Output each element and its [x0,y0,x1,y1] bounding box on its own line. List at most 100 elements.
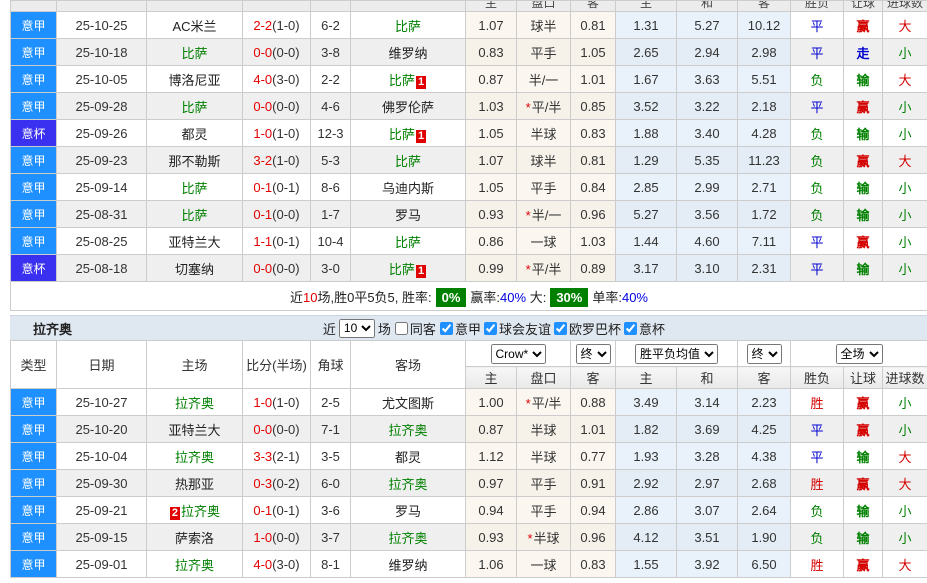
team-name[interactable]: 拉齐奥 [181,504,220,519]
team-name[interactable]: 比萨 [181,46,207,61]
rate-badge: 30% [550,288,588,307]
fulltime-score: 3-3 [253,449,272,464]
euro-avg-select[interactable]: 胜平负均值 [635,344,718,364]
league-checkbox[interactable] [554,322,567,335]
league-badge: 意甲 [11,497,57,524]
record-summary: 近10场,胜0平5负5, 胜率:0%赢率:40% 大:30%单率:40% [11,282,927,311]
team-name[interactable]: 佛罗伦萨 [382,100,434,115]
card-count-badge: 1 [416,130,426,143]
col-header-empty [11,1,57,12]
col-header-empty [243,1,311,12]
team-name[interactable]: 都灵 [395,450,421,465]
team-name[interactable]: 拉齐奥 [388,423,427,438]
match-row: 意甲25-09-212拉齐奥0-1(0-1)3-6罗马0.94平手0.942.8… [11,497,927,524]
crow-home-odds: 0.93 [466,201,517,228]
team-name[interactable]: 维罗纳 [388,558,427,573]
euro-draw-odds: 5.27 [677,12,738,39]
league-checkbox[interactable] [440,322,453,335]
summary-text: 赢率: [470,290,500,305]
away-team: 拉齐奥 [351,416,466,443]
halftime-score: (0-1) [272,503,299,518]
team-name[interactable]: 乌迪内斯 [382,181,434,196]
away-team: 乌迪内斯 [351,174,466,201]
team-name[interactable]: 罗马 [395,208,421,223]
crow-away-odds: 1.01 [571,66,616,93]
team-name[interactable]: 比萨 [389,127,415,142]
handicap-line: *半球 [517,524,571,551]
away-team: 佛罗伦萨 [351,93,466,120]
halftime-score: (0-0) [272,99,299,114]
match-row: 意杯25-09-26都灵1-0(1-0)12-3比萨11.05半球0.831.8… [11,120,927,147]
league-filter: 意甲 [439,319,481,338]
team-name[interactable]: 比萨 [395,235,421,250]
team-name[interactable]: 亚特兰大 [168,235,220,250]
team-name[interactable]: 热那亚 [175,477,214,492]
team-name[interactable]: 拉齐奥 [175,450,214,465]
team-name[interactable]: 拉齐奥 [175,558,214,573]
league-badge: 意甲 [11,12,57,39]
team-name[interactable]: 比萨 [181,100,207,115]
team-name[interactable]: 比萨 [395,154,421,169]
crow-away-odds: 0.89 [571,255,616,282]
team-name[interactable]: 那不勒斯 [168,154,220,169]
away-team: 拉齐奥 [351,470,466,497]
team-name[interactable]: 比萨 [389,73,415,88]
score: 1-0(0-0) [243,524,311,551]
dropdown-cell: Crow* [466,341,571,367]
team-name[interactable]: 维罗纳 [388,46,427,61]
match-row: 意甲25-08-25亚特兰大1-1(0-1)10-4比萨0.86一球1.031.… [11,228,927,255]
fulltime-score: 0-0 [253,261,272,276]
league-checkbox[interactable] [624,322,637,335]
match-date: 25-09-14 [57,174,147,201]
score: 0-0(0-0) [243,255,311,282]
team-name[interactable]: 亚特兰大 [168,423,220,438]
team-name[interactable]: 拉齐奥 [388,531,427,546]
team-name[interactable]: 萨索洛 [175,531,214,546]
result-handicap: 输 [844,120,883,147]
euro-draw-odds: 2.94 [677,39,738,66]
team-name[interactable]: 比萨 [181,208,207,223]
crow-away-odds: 0.91 [571,470,616,497]
team-name[interactable]: 拉齐奥 [388,477,427,492]
team-name[interactable]: 罗马 [395,504,421,519]
crow-home-odds: 0.87 [466,416,517,443]
home-team: 比萨 [147,39,243,66]
euro-home-odds: 3.49 [616,389,677,416]
team-name[interactable]: 比萨 [395,19,421,34]
team-name[interactable]: 都灵 [181,127,207,142]
euro-final-select[interactable]: 终 [747,344,782,364]
match-scope-select[interactable]: 全场 [836,344,883,364]
col-header-empty [311,1,351,12]
league-badge: 意甲 [11,416,57,443]
score: 3-2(1-0) [243,147,311,174]
halftime-score: (0-0) [272,207,299,222]
crow-final-select[interactable]: 终 [576,344,611,364]
crow-away-odds: 0.94 [571,497,616,524]
team-name[interactable]: 博洛尼亚 [168,73,220,88]
same-away-checkbox[interactable] [395,322,408,335]
result-outcome: 胜 [791,470,844,497]
odds-company-select[interactable]: Crow* [491,344,546,364]
team-name[interactable]: 比萨 [181,181,207,196]
euro-draw-odds: 4.60 [677,228,738,255]
team-name[interactable]: 拉齐奥 [175,396,214,411]
result-handicap: 走 [844,39,883,66]
league-checkbox[interactable] [484,322,497,335]
team-name[interactable]: AC米兰 [172,19,216,34]
crow-home-odds: 0.83 [466,39,517,66]
card-count-badge: 2 [170,507,180,520]
result-goals: 大 [883,147,927,174]
team-name[interactable]: 尤文图斯 [382,396,434,411]
result-goals: 大 [883,12,927,39]
halftime-score: (1-0) [272,395,299,410]
fulltime-score: 1-1 [253,234,272,249]
home-team: 拉齐奥 [147,551,243,578]
recent-count-select[interactable]: 10 [339,319,375,338]
team-name[interactable]: 比萨 [389,262,415,277]
away-team: 都灵 [351,443,466,470]
home-team: 比萨 [147,93,243,120]
pisa-recent-matches-table: 主盘口客主和客胜负让球进球数 意甲25-10-25AC米兰2-2(1-0)6-2… [10,0,927,311]
col-header: 主场 [147,341,243,389]
handicap-line: 半球 [517,120,571,147]
team-name[interactable]: 切塞纳 [175,262,214,277]
